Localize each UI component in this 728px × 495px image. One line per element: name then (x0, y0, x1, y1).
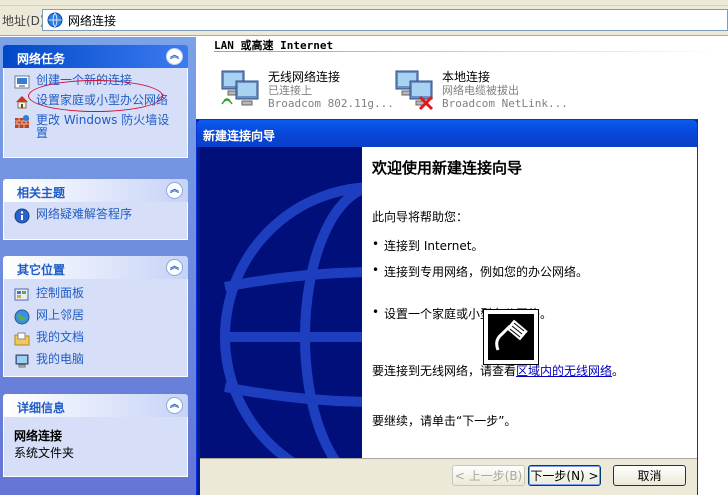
next-button[interactable]: 下一步(N) > (528, 465, 601, 486)
collapse-chevron-icon[interactable]: ︽ (166, 259, 183, 276)
wireless-connection-device: Broadcom 802.11g... (268, 97, 394, 110)
firewall-settings-task[interactable]: 更改 Windows 防火墙设置 (14, 114, 179, 140)
wizard-logo (483, 309, 539, 365)
firewall-settings-label: 更改 Windows 防火墙设置 (36, 113, 170, 140)
local-network-disconnected-icon (395, 70, 434, 111)
wizard-content: 欢迎使用新建连接向导 此向导将帮助您： • 连接到 Internet。 • 连接到专… (362, 147, 697, 458)
other-places-body: 控制面板 网上邻居 我的文档 我的电脑 (3, 279, 188, 377)
my-documents-link[interactable]: 我的文档 (14, 331, 179, 347)
new-connection-icon (14, 75, 30, 89)
back-button[interactable]: < 上一步(B) (452, 465, 525, 486)
network-places-icon (14, 309, 30, 325)
collapse-chevron-icon[interactable]: ︽ (166, 182, 183, 199)
local-connection-item[interactable]: 本地连接 网络电缆被拔出 Broadcom NetLink... (392, 67, 568, 111)
details-item-type: 系统文件夹 (14, 446, 75, 460)
network-tasks-panel: 网络任务 ︽ 创建一个新的连接 设置家庭或小型办公网络 更改 Windows 防… (3, 45, 188, 158)
wizard-title-bar[interactable]: 新建连接向导 (197, 120, 697, 147)
wireless-connection-name: 无线网络连接 (268, 70, 341, 84)
see-also-body: 网络疑难解答程序 (3, 202, 188, 240)
local-connection-device: Broadcom NetLink... (442, 97, 568, 110)
wizard-intro: 此向导将帮助您： (372, 210, 469, 224)
address-label: 地址(D) (2, 14, 45, 28)
create-connection-label: 创建一个新的连接 (36, 73, 133, 87)
wireless-connection-status: 已连接上 (268, 84, 312, 97)
wireless-networks-link[interactable]: 区域内的无线网络 (516, 364, 612, 378)
info-icon (14, 208, 30, 224)
wizard-bullet: • 连接到 Internet。 (372, 237, 484, 253)
my-documents-icon (14, 332, 30, 346)
network-troubleshooter-link[interactable]: 网络疑难解答程序 (14, 208, 179, 224)
wizard-body: 欢迎使用新建连接向导 此向导将帮助您： • 连接到 Internet。 • 连接到专… (197, 147, 697, 495)
collapse-chevron-icon[interactable]: ︽ (166, 48, 183, 65)
network-tasks-body: 创建一个新的连接 设置家庭或小型办公网络 更改 Windows 防火墙设置 (3, 68, 188, 158)
create-connection-task[interactable]: 创建一个新的连接 (14, 74, 179, 90)
wizard-title: 新建连接向导 (203, 129, 276, 143)
network-folder-icon (47, 12, 63, 28)
details-panel: 详细信息 ︽ 网络连接 系统文件夹 (3, 394, 188, 477)
details-body: 网络连接 系统文件夹 (3, 417, 188, 477)
details-title: 详细信息 (17, 401, 66, 415)
address-input[interactable]: 网络连接 (42, 9, 728, 31)
collapse-chevron-icon[interactable]: ︽ (166, 397, 183, 414)
see-also-title: 相关主题 (17, 186, 66, 200)
other-places-panel: 其它位置 ︽ 控制面板 网上邻居 我的文档 我的电脑 (3, 256, 188, 377)
group-divider (214, 51, 724, 52)
wireless-connection-item[interactable]: 无线网络连接 已连接上 Broadcom 802.11g... (218, 67, 394, 111)
details-header[interactable]: 详细信息 ︽ (3, 394, 188, 417)
network-places-link[interactable]: 网上邻居 (14, 309, 179, 325)
local-connection-status: 网络电缆被拔出 (442, 84, 519, 97)
setup-home-network-label: 设置家庭或小型办公网络 (36, 93, 169, 107)
other-places-header[interactable]: 其它位置 ︽ (3, 256, 188, 279)
network-places-label: 网上邻居 (36, 308, 85, 322)
home-network-icon (16, 96, 28, 109)
wizard-continue-text: 要继续，请单击“下一步”。 (372, 414, 517, 428)
other-places-title: 其它位置 (17, 263, 66, 277)
my-computer-icon (15, 354, 29, 368)
globe-watermark-icon (200, 147, 362, 458)
see-also-panel: 相关主题 ︽ 网络疑难解答程序 (3, 179, 188, 240)
my-computer-link[interactable]: 我的电脑 (14, 353, 179, 369)
see-also-header[interactable]: 相关主题 ︽ (3, 179, 188, 202)
local-connection-name: 本地连接 (442, 70, 491, 84)
cancel-button[interactable]: 取消 (613, 465, 686, 486)
setup-home-network-task[interactable]: 设置家庭或小型办公网络 (14, 94, 179, 110)
my-documents-label: 我的文档 (36, 330, 85, 344)
control-panel-label: 控制面板 (36, 286, 85, 300)
wizard-bullet: • 连接到专用网络，例如您的办公网络。 (372, 263, 589, 279)
wizard-banner (200, 147, 362, 458)
address-text: 网络连接 (68, 13, 117, 28)
control-panel-link[interactable]: 控制面板 (14, 287, 179, 303)
my-computer-label: 我的电脑 (36, 352, 85, 366)
network-troubleshooter-label: 网络疑难解答程序 (36, 207, 133, 221)
task-pane: 网络任务 ︽ 创建一个新的连接 设置家庭或小型办公网络 更改 Windows 防… (0, 37, 196, 495)
control-panel-icon (14, 288, 29, 301)
new-connection-wizard-window[interactable]: 新建连接向导 欢迎使用新建连接向导 此向导将帮助您： • 连接到 Internet… (196, 119, 698, 495)
details-item-name: 网络连接 (14, 429, 63, 443)
address-bar: 地址(D) 网络连接 (0, 6, 728, 36)
wireless-network-icon (221, 70, 259, 106)
network-cable-icon (484, 310, 538, 364)
wizard-button-bar: < 上一步(B) 下一步(N) > 取消 (200, 458, 697, 495)
firewall-icon (15, 115, 29, 128)
network-tasks-header[interactable]: 网络任务 ︽ (3, 45, 188, 68)
wizard-heading: 欢迎使用新建连接向导 (372, 159, 523, 177)
network-tasks-title: 网络任务 (17, 52, 66, 66)
